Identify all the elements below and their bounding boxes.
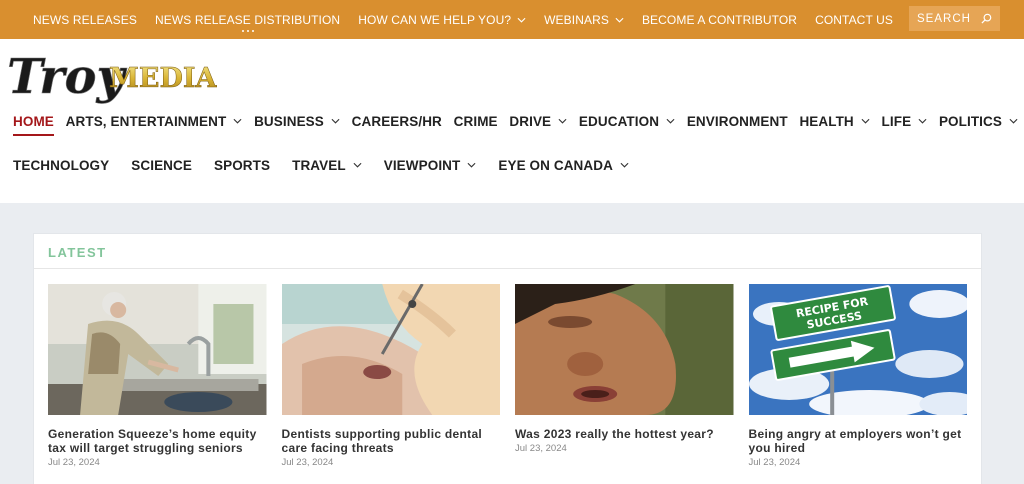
top-nav-news-release-distribution[interactable]: NEWS RELEASE DISTRIBUTION xyxy=(155,13,340,32)
search-box[interactable] xyxy=(909,6,1000,31)
article-title[interactable]: Was 2023 really the hottest year? xyxy=(515,427,734,441)
nav-sports[interactable]: SPORTS xyxy=(214,158,270,173)
article-date: Jul 23, 2024 xyxy=(748,457,801,468)
chevron-down-icon xyxy=(467,162,476,168)
nav-arts-entertainment[interactable]: ARTS, ENTERTAINMENT xyxy=(66,114,243,129)
svg-text:MEDIA: MEDIA xyxy=(109,63,218,94)
search-input[interactable] xyxy=(917,12,977,25)
nav-drive[interactable]: DRIVE xyxy=(509,114,567,129)
chevron-down-icon xyxy=(861,118,870,124)
article-date: Jul 23, 2024 xyxy=(281,457,334,468)
article-card[interactable]: Generation Squeeze’s home equity tax wil… xyxy=(48,284,267,468)
article-date: Jul 23, 2024 xyxy=(48,457,100,468)
nav-education[interactable]: EDUCATION xyxy=(579,114,675,129)
nav-travel[interactable]: TRAVEL xyxy=(292,158,362,173)
chevron-down-icon xyxy=(331,118,340,124)
chevron-down-icon xyxy=(517,17,526,23)
top-nav-webinars[interactable]: WEBINARS xyxy=(544,13,624,27)
nav-technology[interactable]: TECHNOLOGY xyxy=(13,158,109,173)
nav-viewpoint[interactable]: VIEWPOINT xyxy=(384,158,477,173)
article-date: Jul 23, 2024 xyxy=(515,443,567,454)
article-title[interactable]: Generation Squeeze’s home equity tax wil… xyxy=(48,427,267,455)
latest-heading: LATEST xyxy=(48,245,107,260)
nav-eye-on-canada[interactable]: EYE ON CANADA xyxy=(498,158,629,173)
nav-politics[interactable]: POLITICS xyxy=(939,114,1018,129)
hover-dots xyxy=(241,29,254,32)
top-nav-contact-us[interactable]: CONTACT US xyxy=(815,13,893,27)
chevron-down-icon xyxy=(666,118,675,124)
article-thumbnail-dental[interactable] xyxy=(281,284,501,415)
site-header: Troy MEDIA HOME ARTS, ENTERTAINMENT BUSI… xyxy=(0,39,1024,203)
nav-life[interactable]: LIFE xyxy=(882,114,928,129)
top-bar: NEWS RELEASES NEWS RELEASE DISTRIBUTION … xyxy=(0,0,1024,39)
chevron-down-icon xyxy=(1009,118,1018,124)
article-title[interactable]: Being angry at employers won’t get you h… xyxy=(749,427,968,455)
chevron-down-icon xyxy=(918,118,927,124)
nav-business[interactable]: BUSINESS xyxy=(254,114,340,129)
latest-section: LATEST Generation Squeeze’s home equity … xyxy=(33,233,982,484)
article-card[interactable]: Dentists supporting public dental care f… xyxy=(281,284,501,468)
article-card[interactable]: RECIPE FOR SUCCESS Being angry at employ… xyxy=(748,284,968,468)
nav-environment[interactable]: ENVIRONMENT xyxy=(687,114,788,129)
article-list: Generation Squeeze’s home equity tax wil… xyxy=(48,284,967,468)
top-nav-become-contributor[interactable]: BECOME A CONTRIBUTOR xyxy=(642,13,797,27)
article-thumbnail-recipe-for-success[interactable]: RECIPE FOR SUCCESS xyxy=(748,284,968,415)
nav-health[interactable]: HEALTH xyxy=(799,114,870,129)
article-thumbnail-hot-man[interactable] xyxy=(515,284,734,415)
nav-home[interactable]: HOME xyxy=(13,114,54,136)
chevron-down-icon xyxy=(353,162,362,168)
top-nav: NEWS RELEASES NEWS RELEASE DISTRIBUTION … xyxy=(33,0,911,39)
nav-crime[interactable]: CRIME xyxy=(454,114,498,129)
nav-science[interactable]: SCIENCE xyxy=(131,158,192,173)
latest-header: LATEST xyxy=(34,234,981,269)
troy-media-logo[interactable]: Troy MEDIA xyxy=(5,49,220,105)
chevron-down-icon xyxy=(620,162,629,168)
main-nav: HOME ARTS, ENTERTAINMENT BUSINESS CAREER… xyxy=(13,111,1018,175)
chevron-down-icon xyxy=(558,118,567,124)
article-card[interactable]: Was 2023 really the hottest year? Jul 23… xyxy=(515,284,734,468)
top-nav-news-releases[interactable]: NEWS RELEASES xyxy=(33,13,137,27)
chevron-down-icon xyxy=(233,118,242,124)
top-nav-how-can-we-help[interactable]: HOW CAN WE HELP YOU? xyxy=(358,13,526,27)
nav-careers-hr[interactable]: CAREERS/HR xyxy=(352,114,442,129)
article-thumbnail-senior-kitchen[interactable] xyxy=(48,284,267,415)
chevron-down-icon xyxy=(615,17,624,23)
search-icon[interactable] xyxy=(981,13,992,24)
article-title[interactable]: Dentists supporting public dental care f… xyxy=(282,427,501,455)
